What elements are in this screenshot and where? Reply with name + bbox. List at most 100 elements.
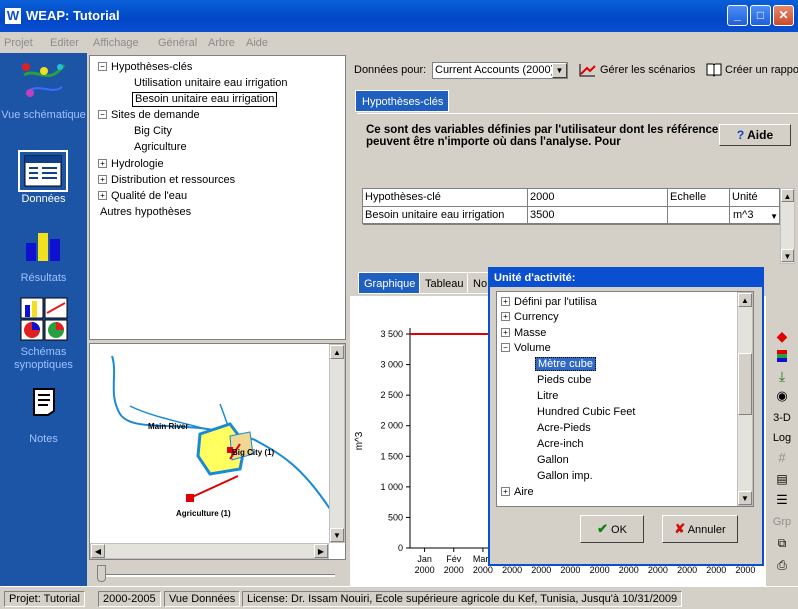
data-tree[interactable]: − Hypothèses-clés Utilisation unitaire ea… bbox=[89, 55, 346, 340]
data-grid[interactable]: Hypothèses-clé 2000 Echelle Unité Besoin… bbox=[362, 188, 781, 225]
slider-track bbox=[99, 574, 335, 577]
sidebar-overviews-label[interactable]: Schémas synoptiques bbox=[0, 346, 87, 372]
collapse-icon[interactable]: − bbox=[98, 62, 107, 71]
tree-item-agriculture[interactable]: Agriculture bbox=[134, 141, 187, 154]
expand-icon[interactable]: + bbox=[501, 312, 510, 321]
expand-icon[interactable]: + bbox=[501, 487, 510, 496]
schematic-map[interactable]: Main River Big City (1) Agriculture (1) … bbox=[89, 343, 346, 560]
export-icon[interactable]: ⤓ bbox=[772, 368, 792, 385]
scroll-left-icon[interactable]: ◀ bbox=[91, 544, 105, 558]
maximize-button[interactable]: □ bbox=[750, 5, 771, 26]
tree-item-demand-sites[interactable]: − Sites de demande bbox=[98, 109, 200, 122]
group-toggle[interactable]: Grp bbox=[772, 516, 792, 528]
unit-item-acre-feet[interactable]: Acre-Pieds bbox=[537, 422, 591, 435]
expand-icon[interactable]: + bbox=[98, 159, 107, 168]
unit-item-acre-inch[interactable]: Acre-inch bbox=[537, 438, 583, 451]
menu-arbre[interactable]: Arbre bbox=[208, 37, 235, 49]
grid-cell-name[interactable]: Besoin unitaire eau irrigation bbox=[363, 207, 528, 225]
tab-table[interactable]: Tableau bbox=[419, 272, 470, 294]
tree-item-key-assumptions[interactable]: − Hypothèses-clés bbox=[98, 61, 192, 74]
tree-label: Hydrologie bbox=[111, 158, 164, 170]
unit-item-volume[interactable]: − Volume bbox=[501, 342, 551, 355]
tree-item-water-quality[interactable]: + Qualité de l'eau bbox=[98, 190, 187, 203]
data-view-button[interactable] bbox=[18, 150, 68, 192]
results-chart-icon[interactable] bbox=[24, 229, 66, 263]
table-icon[interactable]: ▤ bbox=[772, 472, 792, 486]
menu-editer[interactable]: Editer bbox=[50, 37, 79, 49]
tree-item-unit-use[interactable]: Utilisation unitaire eau irrigation bbox=[134, 77, 287, 90]
sidebar-schematic-label[interactable]: Vue schématique bbox=[0, 109, 87, 122]
scroll-down-icon[interactable]: ▼ bbox=[781, 249, 794, 262]
expand-icon[interactable]: + bbox=[98, 191, 107, 200]
tab-key-assumptions[interactable]: Hypothèses-clés bbox=[355, 90, 449, 112]
unit-item-cubic-feet[interactable]: Pieds cube bbox=[537, 374, 591, 387]
scroll-down-icon[interactable]: ▼ bbox=[738, 491, 752, 505]
collapse-icon[interactable]: − bbox=[501, 343, 510, 352]
legend-icon[interactable] bbox=[772, 350, 792, 362]
chart-type-icon[interactable]: ◉ bbox=[772, 388, 792, 404]
tree-item-hydrology[interactable]: + Hydrologie bbox=[98, 158, 164, 171]
menu-projet[interactable]: Projet bbox=[4, 37, 33, 49]
print-icon[interactable]: ⎙ bbox=[772, 558, 792, 573]
map-vertical-scrollbar[interactable]: ▲ ▼ bbox=[329, 344, 345, 543]
notes-icon[interactable] bbox=[28, 385, 60, 417]
line-style-icon[interactable]: ☰ bbox=[772, 492, 792, 508]
log-scale-toggle[interactable]: Log bbox=[772, 432, 792, 444]
unit-item-liter[interactable]: Litre bbox=[537, 390, 558, 403]
unit-item-mass[interactable]: + Masse bbox=[501, 327, 546, 340]
three-d-toggle[interactable]: 3-D bbox=[772, 412, 792, 424]
unit-item-imperial-gallon[interactable]: Gallon imp. bbox=[537, 470, 593, 483]
scroll-right-icon[interactable]: ▶ bbox=[314, 544, 328, 558]
grid-cell-value[interactable]: 3500 bbox=[528, 207, 668, 225]
tree-item-big-city[interactable]: Big City bbox=[134, 125, 172, 138]
copy-icon[interactable]: ⧉ bbox=[772, 536, 792, 551]
menu-aide[interactable]: Aide bbox=[246, 37, 268, 49]
grid-cell-unit[interactable]: m^3 ▼ bbox=[730, 207, 781, 225]
menu-general[interactable]: Général bbox=[158, 37, 197, 49]
unit-item-hundred-cubic-feet[interactable]: Hundred Cubic Feet bbox=[537, 406, 635, 419]
unit-item-cubic-meter-selected[interactable]: Mètre cube bbox=[535, 357, 597, 371]
map-horizontal-scrollbar[interactable]: ◀ ▶ bbox=[90, 543, 329, 559]
ok-button[interactable]: ✔ OK bbox=[580, 515, 644, 543]
tree-item-other-assumptions[interactable]: Autres hypothèses bbox=[100, 206, 191, 219]
cancel-button[interactable]: ✘ Annuler bbox=[662, 515, 738, 543]
manage-scenarios-button[interactable]: Gérer les scénarios bbox=[600, 64, 695, 76]
schematic-icon[interactable] bbox=[18, 57, 70, 101]
unit-item-gallon[interactable]: Gallon bbox=[537, 454, 569, 467]
scroll-thumb[interactable] bbox=[738, 353, 752, 415]
zoom-slider[interactable] bbox=[89, 562, 346, 586]
tree-item-supply[interactable]: + Distribution et ressources bbox=[98, 174, 235, 187]
scroll-up-icon[interactable]: ▲ bbox=[330, 345, 344, 359]
unit-item-area[interactable]: + Aire bbox=[501, 486, 534, 499]
unit-item-user-defined[interactable]: + Défini par l'utilisa bbox=[501, 296, 597, 309]
chevron-down-icon[interactable]: ▼ bbox=[552, 63, 567, 78]
expand-icon[interactable]: + bbox=[501, 297, 510, 306]
expand-icon[interactable]: + bbox=[501, 328, 510, 337]
create-report-button[interactable]: Créer un rapport bbox=[725, 64, 798, 76]
help-button[interactable]: ? Aide bbox=[719, 124, 791, 146]
minimize-button[interactable]: _ bbox=[727, 5, 748, 26]
grid-cell-scale[interactable] bbox=[668, 207, 730, 225]
sidebar-results-label[interactable]: Résultats bbox=[0, 272, 87, 285]
menu-affichage[interactable]: Affichage bbox=[93, 37, 139, 49]
sidebar-data-label[interactable]: Données bbox=[0, 193, 87, 206]
slider-thumb[interactable] bbox=[97, 565, 106, 582]
unit-list-scrollbar[interactable]: ▲ ▼ bbox=[737, 292, 753, 506]
grid-vertical-scrollbar[interactable]: ▲ ▼ bbox=[780, 188, 795, 264]
close-button[interactable]: ✕ bbox=[773, 5, 794, 26]
collapse-icon[interactable]: − bbox=[98, 110, 107, 119]
tab-chart[interactable]: Graphique bbox=[358, 272, 422, 294]
unit-tree[interactable]: + Défini par l'utilisa + Currency + Masse −… bbox=[496, 291, 754, 507]
scenario-select[interactable]: Current Accounts (2000) ▼ bbox=[432, 62, 568, 79]
color-palette-icon[interactable]: ◆ bbox=[772, 328, 792, 345]
chevron-down-icon[interactable]: ▼ bbox=[770, 208, 778, 224]
tree-item-unit-need-selected[interactable]: Besoin unitaire eau irrigation bbox=[132, 92, 278, 107]
grid-lines-icon[interactable]: # bbox=[772, 450, 792, 465]
overviews-icon[interactable] bbox=[20, 297, 68, 341]
scroll-down-icon[interactable]: ▼ bbox=[330, 528, 344, 542]
unit-item-currency[interactable]: + Currency bbox=[501, 311, 559, 324]
sidebar-notes-label[interactable]: Notes bbox=[0, 433, 87, 446]
scroll-up-icon[interactable]: ▲ bbox=[738, 293, 752, 307]
expand-icon[interactable]: + bbox=[98, 175, 107, 184]
scroll-up-icon[interactable]: ▲ bbox=[781, 189, 794, 202]
